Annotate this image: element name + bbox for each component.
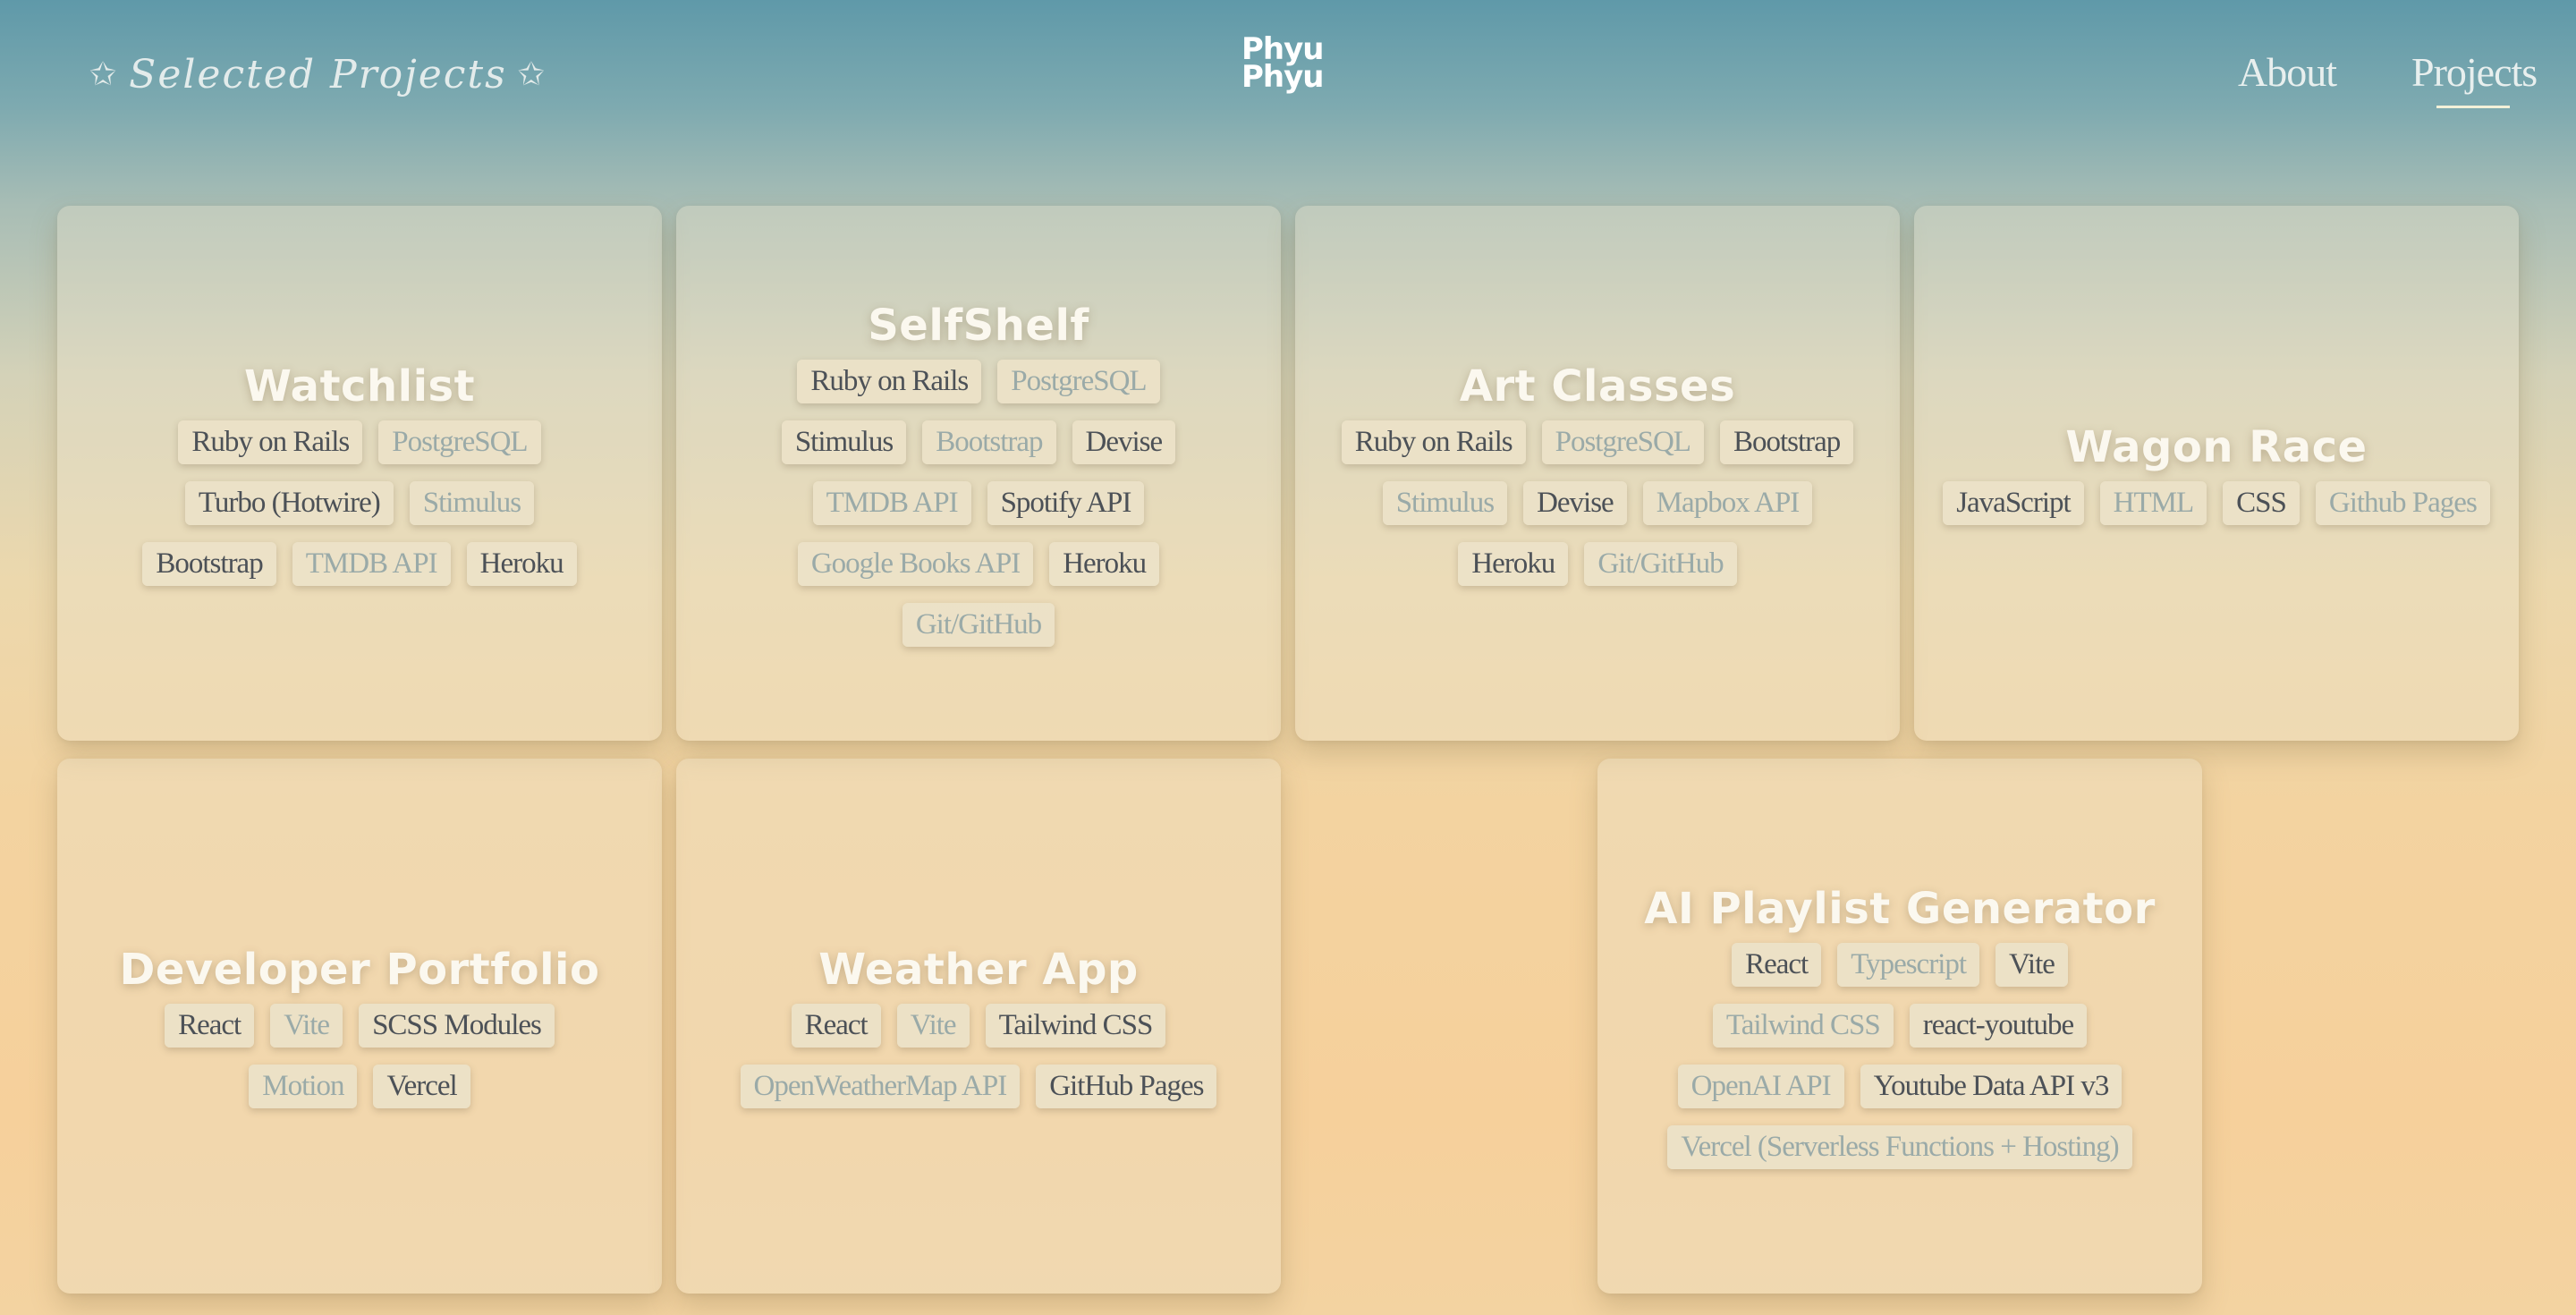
project-tags: React Vite Tailwind CSS OpenWeatherMap A…: [728, 1003, 1229, 1108]
project-title: Watchlist: [243, 361, 476, 411]
tech-tag: Turbo (Hotwire): [184, 480, 394, 525]
star-icon: ✩: [89, 56, 119, 93]
logo-line-2: Phyu: [1241, 59, 1324, 95]
project-card-wagon-race[interactable]: Wagon Race JavaScript HTML CSS Github Pa…: [1914, 206, 2519, 741]
nav-link-projects[interactable]: Projects: [2411, 48, 2538, 108]
project-card-watchlist[interactable]: Watchlist Ruby on Rails PostgreSQL Turbo…: [57, 206, 662, 741]
project-title: Developer Portfolio: [119, 944, 600, 995]
tech-tag: Git/GitHub: [1584, 541, 1737, 586]
tech-tag: SCSS Modules: [359, 1003, 555, 1048]
tech-tag: JavaScript: [1943, 480, 2084, 525]
tech-tag: OpenAI API: [1677, 1064, 1844, 1108]
tech-tag: HTML: [2099, 480, 2207, 525]
tech-tag: React: [165, 1003, 255, 1048]
project-tags: JavaScript HTML CSS Github Pages: [1939, 480, 2494, 525]
tech-tag: Youtube Data API v3: [1860, 1064, 2123, 1108]
tech-tag: Bootstrap: [1719, 420, 1854, 464]
tech-tag: Tailwind CSS: [985, 1003, 1166, 1048]
tech-tag: Typescript: [1837, 942, 1980, 987]
tech-tag: Motion: [249, 1064, 358, 1108]
site-logo[interactable]: Phyu Phyu: [1241, 34, 1324, 95]
main-nav: About Projects: [2238, 48, 2538, 108]
project-card-developer-portfolio[interactable]: Developer Portfolio React Vite SCSS Modu…: [57, 759, 662, 1294]
brand-title[interactable]: ✩ Selected Projects ✩: [89, 52, 547, 98]
tech-tag: Mapbox API: [1642, 480, 1813, 525]
tech-tag: Stimulus: [409, 480, 535, 525]
project-tags: React Typescript Vite Tailwind CSS react…: [1658, 942, 2141, 1169]
tech-tag: CSS: [2223, 480, 2300, 525]
tech-tag: Stimulus: [1382, 480, 1508, 525]
tech-tag: PostgreSQL: [378, 420, 541, 464]
tech-tag: Vite: [1996, 942, 2068, 987]
project-card-weather-app[interactable]: Weather App React Vite Tailwind CSS Open…: [676, 759, 1281, 1294]
tech-tag: react-youtube: [1909, 1003, 2088, 1048]
tech-tag: Ruby on Rails: [1341, 420, 1526, 464]
tech-tag: Google Books API: [797, 541, 1034, 586]
tech-tag: PostgreSQL: [1541, 420, 1704, 464]
project-title: SelfShelf: [868, 300, 1089, 351]
tech-tag: Heroku: [466, 541, 577, 586]
tech-tag: GitHub Pages: [1036, 1064, 1217, 1108]
project-tags: Ruby on Rails PostgreSQL Turbo (Hotwire)…: [127, 420, 592, 586]
project-title: Art Classes: [1459, 361, 1736, 411]
site-header: ✩ Selected Projects ✩ Phyu Phyu About Pr…: [0, 0, 2576, 161]
project-card-ai-playlist-generator[interactable]: AI Playlist Generator React Typescript V…: [1597, 759, 2202, 1294]
project-tags: Ruby on Rails PostgreSQL Stimulus Bootst…: [728, 359, 1229, 647]
tech-tag: Vite: [270, 1003, 343, 1048]
tech-tag: TMDB API: [812, 480, 971, 525]
tech-tag: React: [791, 1003, 881, 1048]
tech-tag: Bootstrap: [142, 541, 276, 586]
project-title: Weather App: [818, 944, 1139, 995]
tech-tag: Devise: [1072, 420, 1176, 464]
tech-tag: Vercel: [373, 1064, 470, 1108]
star-icon: ✩: [517, 56, 547, 93]
project-title: AI Playlist Generator: [1644, 883, 2156, 934]
tech-tag: Ruby on Rails: [178, 420, 363, 464]
project-card-selfshelf[interactable]: SelfShelf Ruby on Rails PostgreSQL Stimu…: [676, 206, 1281, 741]
tech-tag: React: [1732, 942, 1822, 987]
tech-tag: Heroku: [1458, 541, 1569, 586]
tech-tag: Github Pages: [2315, 480, 2490, 525]
tech-tag: PostgreSQL: [997, 359, 1160, 403]
project-card-art-classes[interactable]: Art Classes Ruby on Rails PostgreSQL Boo…: [1295, 206, 1900, 741]
project-tags: Ruby on Rails PostgreSQL Bootstrap Stimu…: [1338, 420, 1857, 586]
tech-tag: Ruby on Rails: [797, 359, 982, 403]
tech-tag: Bootstrap: [922, 420, 1056, 464]
tech-tag: Stimulus: [781, 420, 907, 464]
tech-tag: Vercel (Serverless Functions + Hosting): [1667, 1124, 2132, 1169]
tech-tag: Git/GitHub: [902, 602, 1055, 647]
tech-tag: Spotify API: [987, 480, 1145, 525]
project-title: Wagon Race: [2065, 421, 2368, 472]
tech-tag: Vite: [896, 1003, 970, 1048]
tech-tag: TMDB API: [292, 541, 451, 586]
tech-tag: OpenWeatherMap API: [740, 1064, 1021, 1108]
tech-tag: Heroku: [1049, 541, 1160, 586]
brand-title-text: Selected Projects: [129, 52, 507, 98]
tech-tag: Tailwind CSS: [1712, 1003, 1894, 1048]
nav-link-about[interactable]: About: [2238, 48, 2337, 96]
project-tags: React Vite SCSS Modules Motion Vercel: [109, 1003, 610, 1108]
tech-tag: Devise: [1523, 480, 1627, 525]
